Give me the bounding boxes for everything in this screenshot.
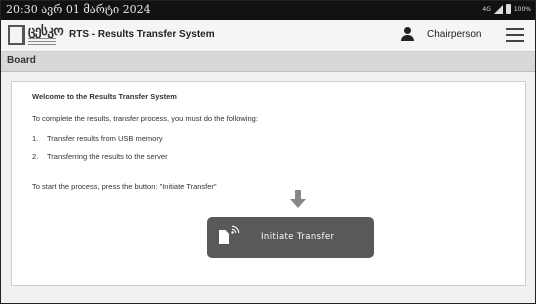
logo-mark: ცესკო [28, 23, 64, 38]
document-icon [219, 230, 229, 244]
intro-text: To complete the results, transfer proces… [32, 114, 258, 123]
step-item: 2. Transferring the results to the server [32, 152, 168, 161]
status-time: 20:30 ავრ 01 მარტი 2024 [6, 3, 151, 16]
signal-icon [493, 4, 503, 14]
wireless-signal-icon [231, 225, 240, 234]
battery-label: 100% [513, 5, 531, 13]
down-arrow-icon [290, 190, 306, 210]
step-text: Transferring the results to the server [47, 152, 168, 161]
user-icon [401, 27, 414, 42]
welcome-heading: Welcome to the Results Transfer System [32, 92, 177, 101]
network-label: 4G [482, 5, 491, 13]
system-icons: 4G 100% [482, 4, 531, 14]
app-title: RTS - Results Transfer System [69, 29, 215, 40]
logo: ცესკო [8, 23, 64, 48]
hamburger-menu-icon[interactable] [506, 28, 524, 42]
app-window: 20:30 ავრ 01 მარტი 2024 4G 100% ცესკო RT… [0, 0, 536, 304]
logo-caption-lines [28, 38, 56, 47]
initiate-transfer-button[interactable]: Initiate Transfer [207, 217, 374, 258]
initiate-transfer-label: Initiate Transfer [261, 232, 335, 242]
logo-frame-icon [8, 25, 25, 45]
step-number: 2. [32, 152, 39, 161]
step-item: 1. Transfer results from USB memory [32, 134, 163, 143]
user-role: Chairperson [427, 29, 482, 40]
battery-icon [505, 4, 511, 14]
transfer-panel: Welcome to the Results Transfer System T… [11, 81, 526, 286]
step-text: Transfer results from USB memory [47, 134, 163, 143]
start-instruction: To start the process, press the button: … [32, 182, 217, 191]
step-number: 1. [32, 134, 39, 143]
board-title: Board [7, 55, 36, 66]
app-header: ცესკო RTS - Results Transfer System Chai… [1, 20, 535, 52]
board-bar: Board [1, 52, 535, 72]
system-status-bar: 20:30 ავრ 01 მარტი 2024 4G 100% [1, 1, 535, 20]
